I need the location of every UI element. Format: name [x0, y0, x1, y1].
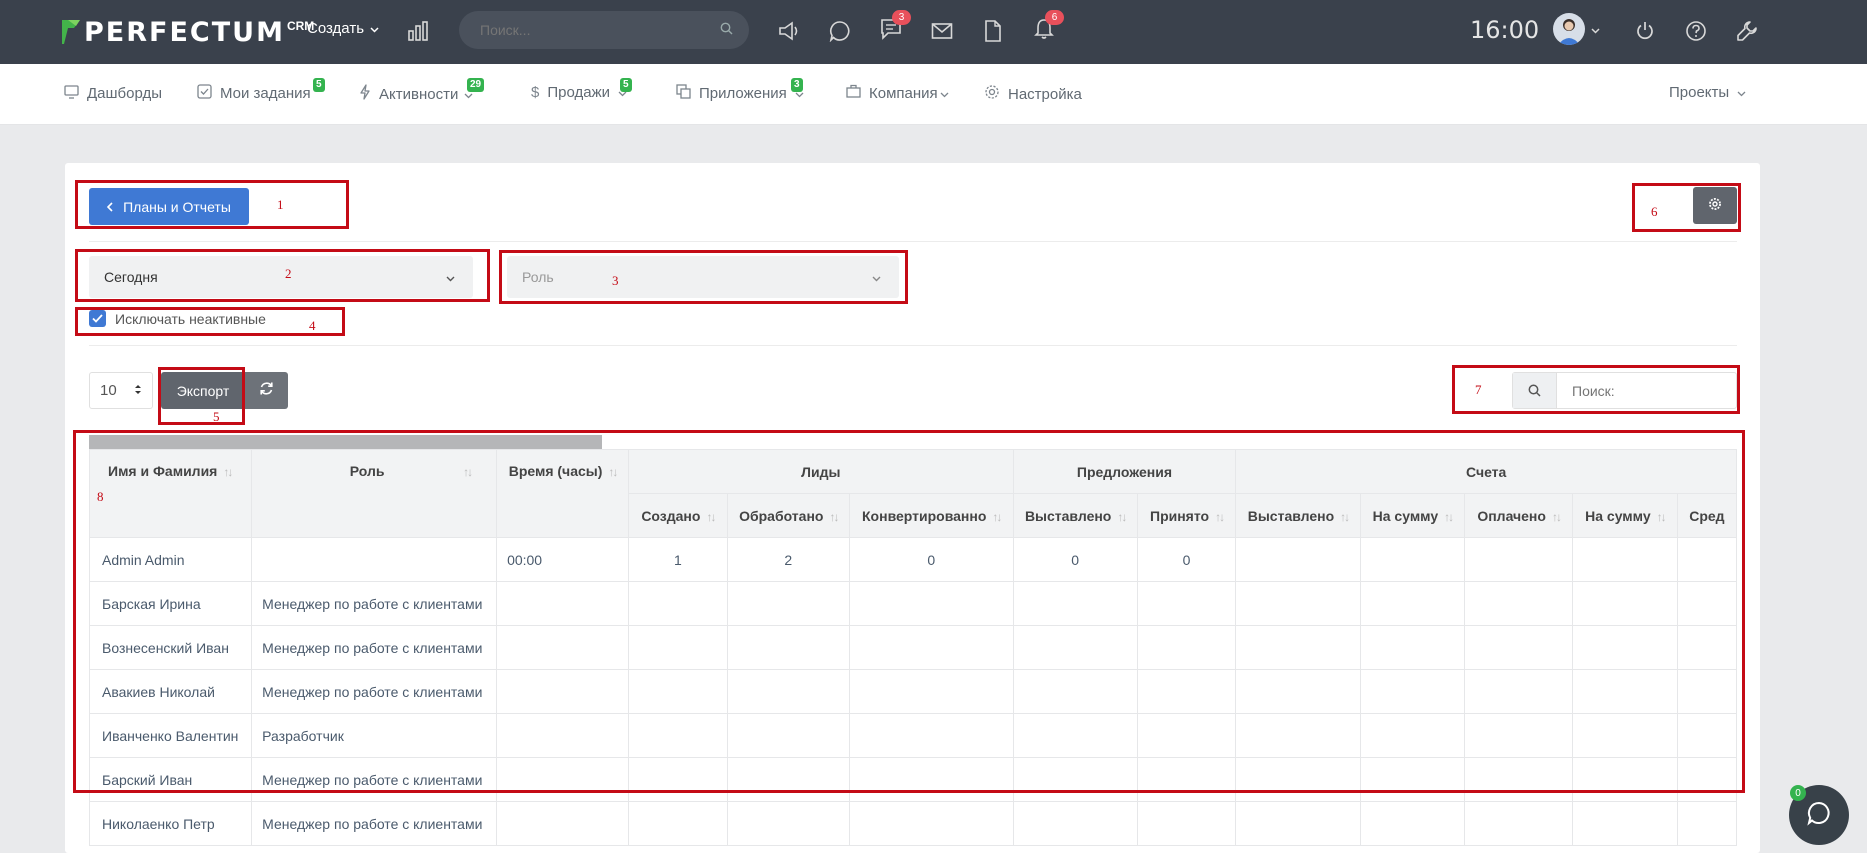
- nav-badge: 5: [620, 78, 632, 92]
- dashboard-icon: [64, 84, 79, 103]
- chevron-down-icon: [370, 20, 379, 37]
- document-icon[interactable]: [978, 16, 1008, 46]
- annotation-label-8: 8: [97, 489, 104, 504]
- chevron-down-icon[interactable]: [1588, 16, 1602, 46]
- chat-bubble-icon: [1806, 800, 1832, 830]
- nav-label: Продажи: [547, 84, 610, 101]
- logo[interactable]: PERFECTUM CRM: [60, 16, 314, 48]
- nav-item-my-tasks[interactable]: Мои задания 5: [197, 78, 325, 103]
- nav-badge: 5: [313, 78, 325, 92]
- nav-item-settings[interactable]: Настройка: [984, 84, 1082, 104]
- brand-name: PERFECTUM: [84, 16, 285, 48]
- messages-badge: 3: [892, 10, 911, 25]
- create-label: Создать: [307, 20, 365, 37]
- annotation-label-5: 5: [213, 409, 220, 424]
- chat-widget-badge: 0: [1790, 785, 1806, 801]
- annotation-box-8: [73, 430, 1745, 793]
- projects-label: Проекты: [1669, 84, 1730, 101]
- main-nav: Дашборды Мои задания 5 Активности 29 $ П…: [0, 64, 1867, 125]
- table-row[interactable]: Николаенко Петр Менеджер по работе с клие…: [89, 801, 1737, 846]
- annotation-box-5: [158, 367, 245, 425]
- annotation-label-7: 7: [1475, 382, 1482, 397]
- annotation-box-6: [1632, 183, 1741, 232]
- global-search-input[interactable]: [478, 21, 702, 39]
- briefcase-icon: [846, 84, 861, 102]
- annotation-label-3: 3: [612, 273, 619, 288]
- lightning-icon: [359, 84, 371, 104]
- megaphone-icon[interactable]: [774, 16, 804, 46]
- nav-item-applications[interactable]: Приложения 3: [676, 78, 804, 103]
- annotation-label-4: 4: [309, 318, 316, 333]
- clock: 16:00: [1470, 16, 1540, 44]
- table-cell-name[interactable]: Николаенко Петр: [89, 801, 253, 846]
- notifications-badge: 6: [1045, 10, 1064, 25]
- nav-label: Настройка: [1008, 85, 1082, 103]
- power-icon[interactable]: [1630, 16, 1660, 46]
- messages-button[interactable]: 3: [876, 10, 911, 46]
- table-cell-empty: [1235, 801, 1361, 846]
- table-cell-time: [496, 801, 630, 846]
- search-icon: [720, 22, 733, 39]
- annotation-box-2: [75, 249, 490, 302]
- table-cell-empty: [1464, 801, 1574, 846]
- table-cell-offers-accepted: [1136, 801, 1237, 846]
- annotation-box-1: [75, 180, 349, 229]
- help-icon[interactable]: [1681, 16, 1711, 46]
- mail-icon[interactable]: [927, 16, 957, 46]
- top-bar: PERFECTUM CRM Создать 3 6: [0, 0, 1867, 64]
- divider: [89, 345, 1737, 346]
- annotation-label-2: 2: [285, 266, 292, 281]
- table-cell-empty: [1359, 801, 1466, 846]
- annotation-box-7: [1452, 365, 1740, 414]
- nav-item-activities[interactable]: Активности 29: [359, 78, 485, 104]
- refresh-icon: [259, 381, 274, 400]
- table-cell-empty: [1572, 801, 1678, 846]
- nav-label: Дашборды: [87, 85, 162, 102]
- table-cell-converted: [848, 801, 1014, 846]
- table-cell-processed: [726, 801, 850, 846]
- gear-icon: [984, 84, 1000, 104]
- table-cell-role: Менеджер по работе с клиентами: [251, 801, 498, 846]
- nav-label: Приложения: [699, 85, 787, 102]
- annotation-label-1: 1: [277, 197, 284, 212]
- nav-badge: 3: [791, 78, 803, 92]
- copy-icon: [676, 84, 691, 103]
- sort-arrows-icon: [134, 382, 142, 399]
- nav-item-sales[interactable]: $ Продажи 5: [531, 78, 632, 101]
- nav-item-company[interactable]: Компания: [846, 84, 949, 102]
- annotation-box-4: [75, 307, 345, 336]
- nav-item-dashboards[interactable]: Дашборды: [64, 84, 162, 103]
- page-size-value: 10: [100, 382, 117, 399]
- table-cell-created: [628, 801, 728, 846]
- table-cell-empty: [1676, 801, 1737, 846]
- nav-label: Мои задания: [220, 85, 311, 102]
- logo-leaf-icon: [60, 18, 82, 46]
- annotation-box-3: [499, 250, 908, 304]
- chevron-down-icon: [1737, 84, 1746, 101]
- chevron-down-icon: [940, 85, 949, 102]
- nav-label: Активности: [379, 85, 459, 103]
- wrench-icon[interactable]: [1732, 16, 1762, 46]
- nav-badge: 29: [467, 78, 485, 92]
- annotation-label-6: 6: [1651, 204, 1658, 219]
- divider: [89, 241, 1737, 242]
- checkbox-icon: [197, 84, 212, 103]
- avatar[interactable]: [1553, 13, 1585, 45]
- projects-menu[interactable]: Проекты: [1669, 84, 1746, 101]
- notifications-button[interactable]: 6: [1029, 10, 1064, 46]
- refresh-button[interactable]: [245, 372, 288, 409]
- table-cell-offers-issued: [1012, 801, 1138, 846]
- dollar-icon: $: [531, 84, 540, 101]
- create-menu-button[interactable]: Создать: [307, 20, 379, 37]
- global-search[interactable]: [459, 11, 749, 49]
- nav-label: Компания: [869, 84, 938, 102]
- page-size-select[interactable]: 10: [89, 372, 153, 409]
- chat-bubble-icon[interactable]: [825, 16, 855, 46]
- bar-chart-icon[interactable]: [403, 16, 433, 46]
